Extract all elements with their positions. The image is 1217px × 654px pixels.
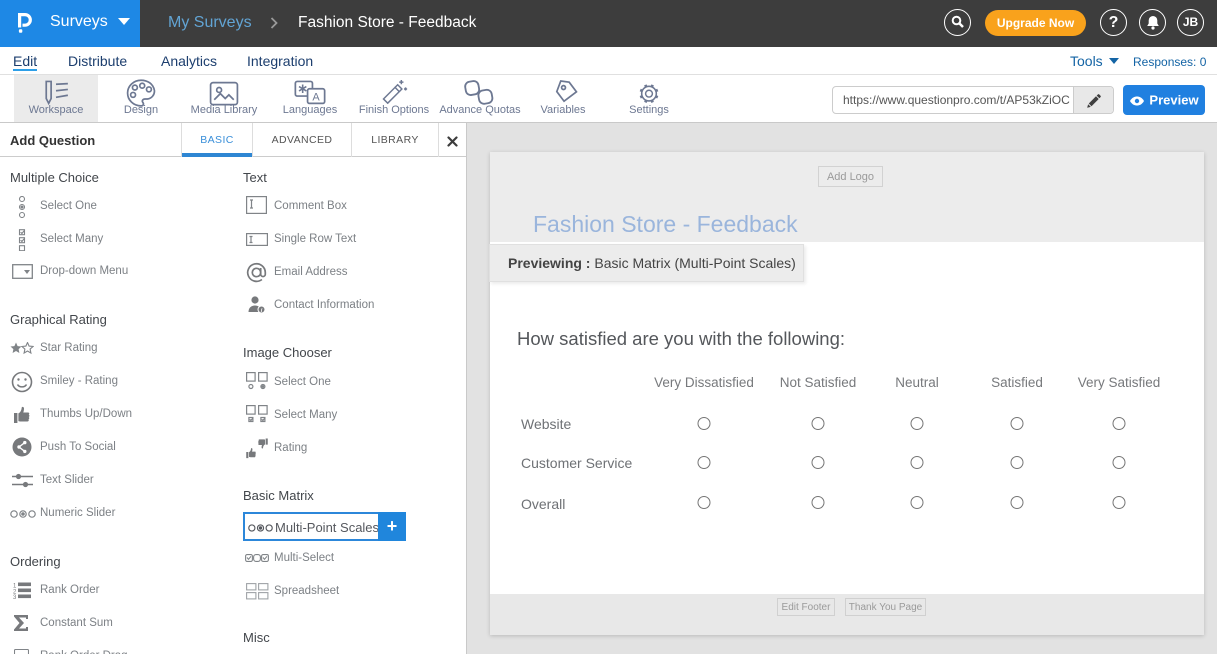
svg-text:A: A (312, 91, 320, 103)
svg-text:3: 3 (13, 595, 17, 599)
